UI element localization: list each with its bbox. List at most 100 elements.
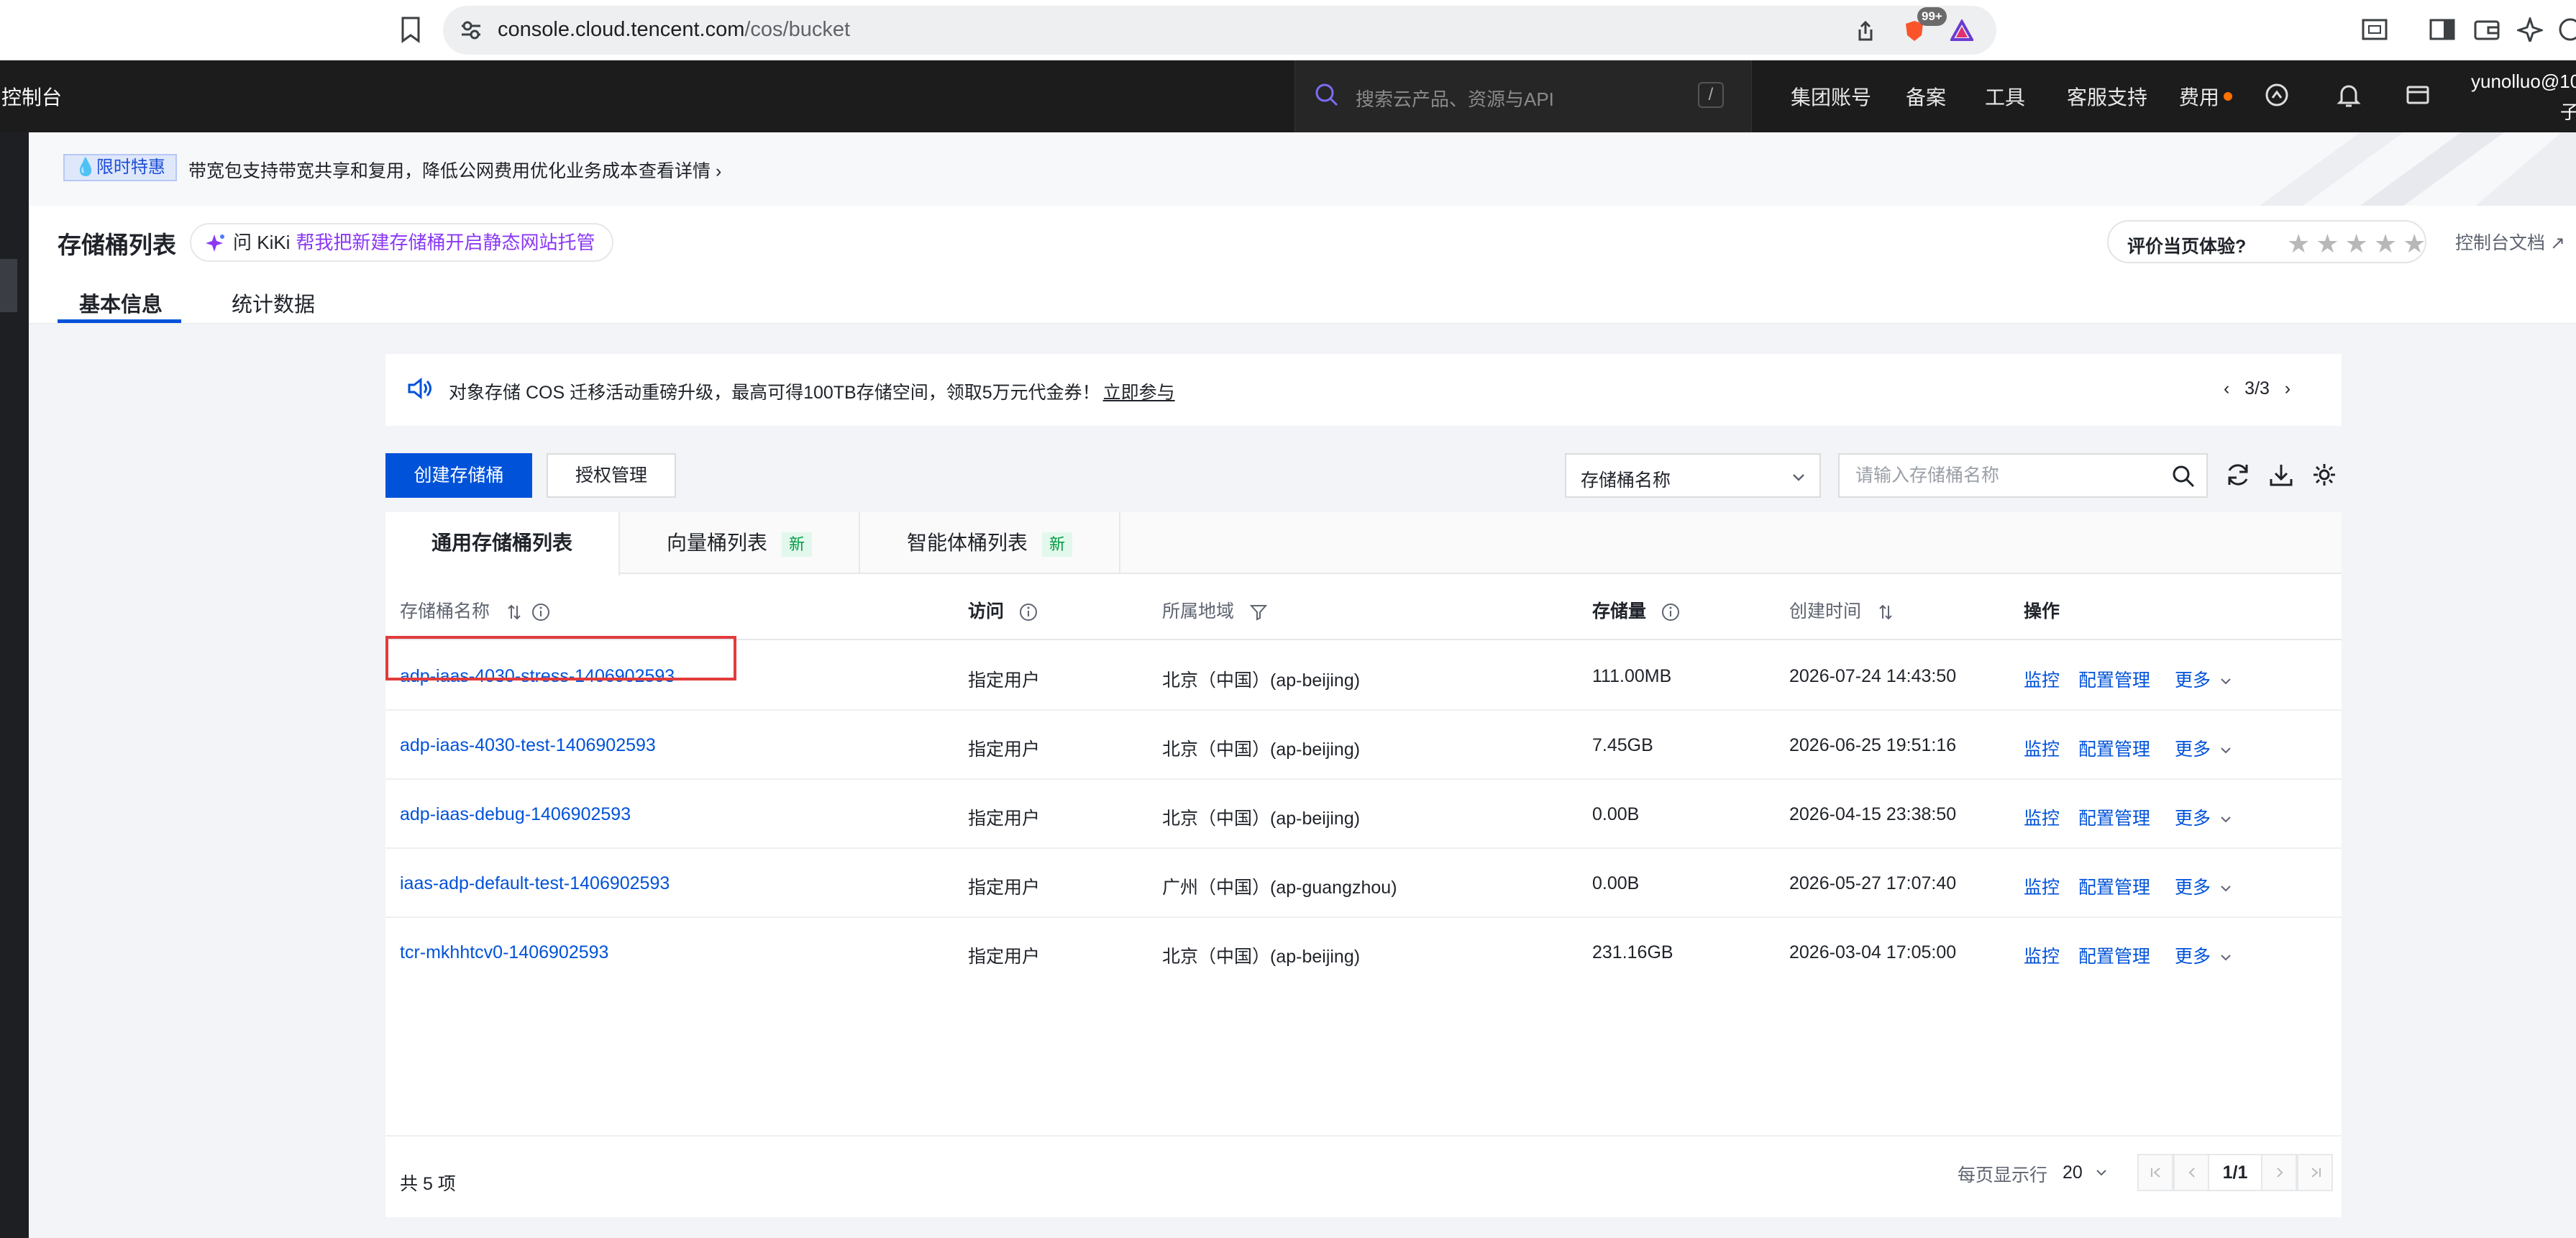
nav-icp-filing[interactable]: 备案 (1906, 82, 1946, 111)
bucket-name-link[interactable]: tcr-mkhhtcv0-1406902593 (400, 942, 608, 963)
bucket-type-tabs: 通用存储桶列表 向量桶列表新 智能体桶列表新 (385, 512, 2342, 575)
bookmark-icon[interactable] (400, 16, 421, 43)
tab-agent-buckets[interactable]: 智能体桶列表新 (860, 512, 1120, 574)
notice-message: 对象存储 COS 迁移活动重磅升级，最高可得100TB存储空间，领取5万元代金券… (449, 383, 1100, 403)
first-page-icon (2151, 1168, 2160, 1178)
promo-decoration (2260, 132, 2576, 206)
site-settings-icon[interactable] (460, 20, 482, 40)
current-page[interactable]: 1/1 (2209, 1154, 2261, 1191)
download-icon[interactable] (2268, 462, 2294, 488)
user-account-line2: 子 (2560, 101, 2576, 123)
share-icon[interactable] (1854, 19, 1877, 42)
bucket-search-input[interactable] (1840, 455, 2156, 496)
notice-join-link[interactable]: 立即参与 (1103, 383, 1175, 403)
orders-icon[interactable] (2403, 81, 2432, 109)
screenshot-icon[interactable] (2362, 17, 2388, 42)
promo-details-link[interactable]: 查看详情 › (639, 157, 721, 183)
console-docs-link[interactable]: 控制台文档 ↗ (2455, 229, 2565, 255)
more-dropdown[interactable]: 更多 (2175, 735, 2232, 761)
config-link[interactable]: 配置管理 (2078, 873, 2150, 899)
first-page-button[interactable] (2137, 1154, 2173, 1191)
address-bar[interactable]: console.cloud.tencent.com/cos/bucket (443, 6, 1996, 55)
feedback-icon[interactable] (2262, 81, 2291, 109)
bucket-name-link[interactable]: adp-iaas-debug-1406902593 (400, 804, 631, 825)
search-shortcut-key: / (1698, 82, 1724, 108)
brave-rewards-icon[interactable] (1950, 19, 1973, 42)
rating-label: 评价当页体验? (2127, 237, 2247, 257)
last-page-button[interactable] (2297, 1154, 2333, 1191)
config-link[interactable]: 配置管理 (2078, 804, 2150, 830)
config-link[interactable]: 配置管理 (2078, 666, 2150, 692)
notification-badge: 99+ (1917, 7, 1947, 26)
global-search[interactable]: 搜索云产品、资源与API / (1294, 60, 1752, 132)
sort-icon[interactable] (505, 603, 524, 622)
table-footer: 共 5 项 每页显示行 20 1/1 (385, 1135, 2342, 1217)
user-account[interactable]: yunolluo@100 (2471, 70, 2576, 93)
more-label: 更多 (2175, 739, 2211, 760)
kiki-assistant-prompt[interactable]: 问 KiKi 帮我把新建存储桶开启静态网站托管 (190, 223, 614, 262)
search-field-select[interactable]: 存储桶名称 (1565, 453, 1821, 498)
settings-gear-icon[interactable] (2311, 462, 2337, 488)
notice-text: 对象存储 COS 迁移活动重磅升级，最高可得100TB存储空间，领取5万元代金券… (449, 378, 1175, 404)
per-page-label: 每页显示行 (1958, 1165, 2048, 1185)
more-dropdown[interactable]: 更多 (2175, 873, 2232, 899)
info-icon[interactable] (531, 603, 550, 622)
wallet-icon[interactable] (2474, 17, 2500, 42)
notice-next[interactable]: › (2285, 378, 2290, 399)
more-dropdown[interactable]: 更多 (2175, 942, 2232, 968)
monitor-link[interactable]: 监控 (2024, 942, 2060, 968)
tab-statistics[interactable]: 统计数据 (232, 288, 315, 318)
col-region-label: 所属地域 (1162, 601, 1235, 622)
refresh-icon[interactable] (2225, 462, 2251, 488)
bucket-name-link[interactable]: adp-iaas-4030-test-1406902593 (400, 735, 656, 756)
sort-icon[interactable] (1876, 603, 1895, 622)
new-badge: 新 (1042, 532, 1073, 557)
nav-group-account[interactable]: 集团账号 (1791, 82, 1871, 111)
page-rating: 评价当页体验? ★★★★★ (2107, 220, 2426, 263)
console-home-link[interactable]: 控制台 (1, 82, 62, 111)
filter-icon[interactable] (1249, 603, 1268, 622)
last-page-icon (2311, 1168, 2321, 1178)
monitor-link[interactable]: 监控 (2024, 873, 2060, 899)
promo-tag: 💧限时特惠 (63, 154, 177, 181)
more-dropdown[interactable]: 更多 (2175, 804, 2232, 830)
info-icon[interactable] (1019, 603, 1038, 622)
url-path: /cos/bucket (744, 18, 851, 41)
next-page-button[interactable] (2261, 1154, 2297, 1191)
auth-management-button[interactable]: 授权管理 (547, 453, 676, 498)
promo-text: 带宽包支持带宽共享和复用，降低公网费用优化业务成本 (188, 161, 639, 181)
bell-icon[interactable] (2334, 81, 2363, 109)
tab-basic-info[interactable]: 基本信息 (79, 288, 163, 318)
nav-support[interactable]: 客服支持 (2067, 82, 2147, 111)
kiki-suggestion: 帮我把新建存储桶开启静态网站托管 (296, 232, 595, 253)
storage-cell: 231.16GB (1592, 942, 1673, 962)
monitor-link[interactable]: 监控 (2024, 735, 2060, 761)
sidebar-active-item[interactable] (0, 259, 17, 312)
search-icon[interactable] (2172, 465, 2195, 488)
bucket-name-link[interactable]: iaas-adp-default-test-1406902593 (400, 873, 670, 894)
tab-general-buckets[interactable]: 通用存储桶列表 (385, 512, 620, 575)
chevron-down-icon[interactable] (2094, 1165, 2109, 1180)
prev-page-button[interactable] (2173, 1154, 2209, 1191)
nav-billing[interactable]: 费用 (2179, 82, 2219, 111)
sidebar-toggle-icon[interactable] (2429, 17, 2455, 42)
created-cell: 2026-04-15 23:38:50 (1789, 804, 1957, 824)
rating-stars[interactable]: ★★★★★ (2287, 229, 2431, 259)
notice-prev[interactable]: ‹ (2224, 378, 2229, 399)
info-icon[interactable] (1661, 603, 1680, 622)
monitor-link[interactable]: 监控 (2024, 666, 2060, 692)
notice-bar: 对象存储 COS 迁移活动重磅升级，最高可得100TB存储空间，领取5万元代金券… (385, 354, 2342, 426)
tab-vector-buckets[interactable]: 向量桶列表新 (620, 512, 860, 574)
vpn-icon[interactable] (2557, 17, 2576, 42)
per-page-select[interactable]: 20 (2063, 1162, 2083, 1183)
monitor-link[interactable]: 监控 (2024, 804, 2060, 830)
promo-banner: 💧限时特惠 带宽包支持带宽共享和复用，降低公网费用优化业务成本 查看详情 › (29, 132, 2576, 206)
more-dropdown[interactable]: 更多 (2175, 666, 2232, 692)
config-link[interactable]: 配置管理 (2078, 735, 2150, 761)
col-created-label: 创建时间 (1789, 601, 1862, 622)
config-link[interactable]: 配置管理 (2078, 942, 2150, 968)
access-cell: 指定用户 (968, 809, 1041, 829)
leo-ai-icon[interactable] (2517, 17, 2543, 42)
create-bucket-button[interactable]: 创建存储桶 (385, 453, 532, 498)
nav-tools[interactable]: 工具 (1985, 82, 2025, 111)
